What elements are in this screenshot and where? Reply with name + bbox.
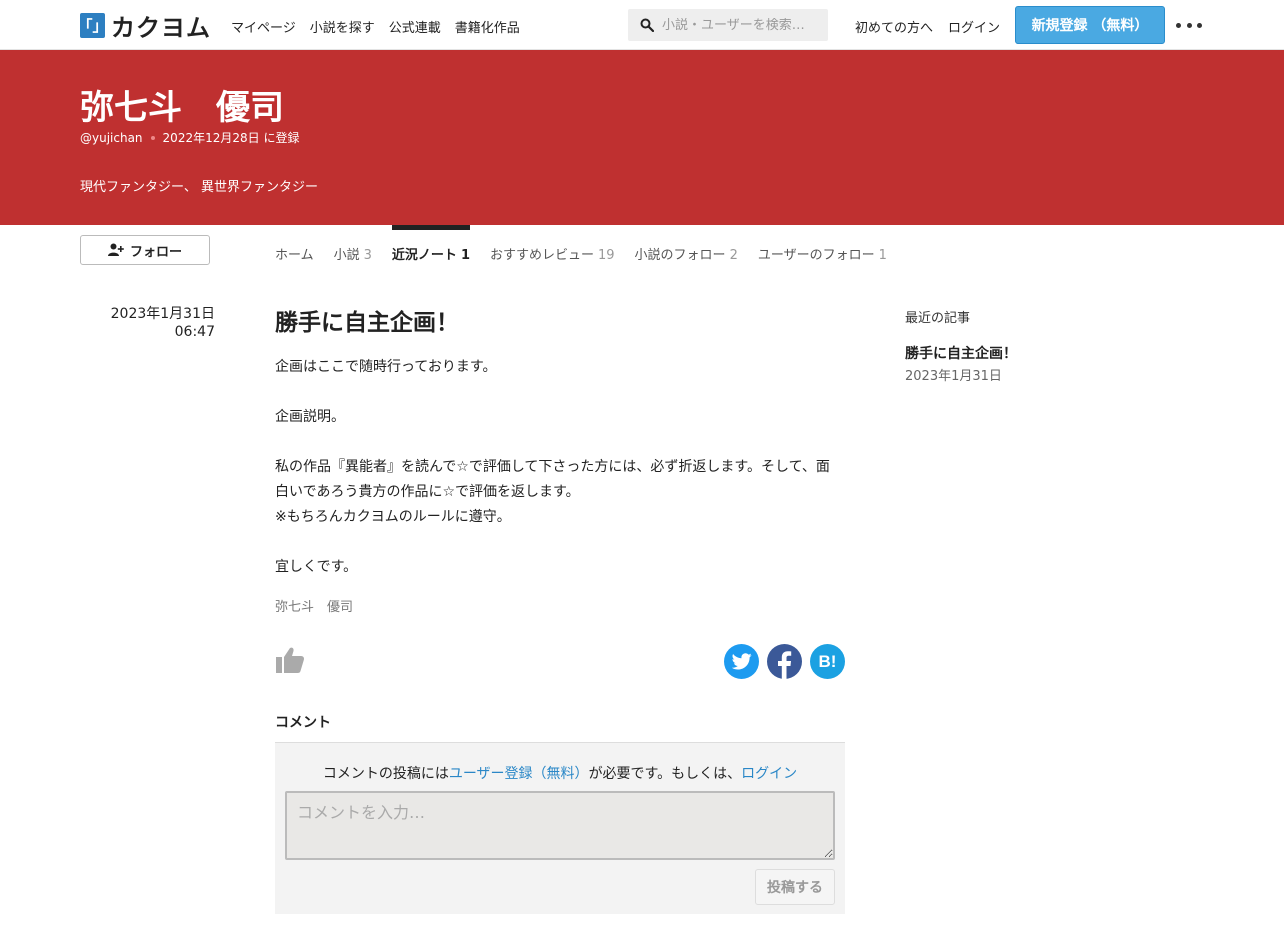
- post-datetime: 2023年1月31日 06:47: [80, 305, 215, 341]
- facebook-icon: [778, 651, 792, 679]
- hatena-bookmark-icon: B!: [818, 651, 837, 671]
- post-title: 勝手に自主企画！: [275, 310, 459, 336]
- author-name: 弥七斗 優司: [80, 88, 284, 128]
- tab-label: 近況ノート: [391, 248, 457, 263]
- post-blank-line: [275, 430, 845, 455]
- search-box: [628, 9, 828, 41]
- tab-count: 1: [460, 248, 470, 263]
- tab-count: 3: [363, 248, 372, 263]
- post-line: 白いであろう貴方の作品に☆で評価を返します。: [275, 484, 580, 500]
- search-icon[interactable]: [640, 18, 654, 32]
- signup-link[interactable]: ユーザー登録（無料）: [449, 766, 589, 782]
- comments-heading: コメント: [275, 715, 331, 731]
- post-time: 06:47: [174, 324, 215, 340]
- notice-middle: が必要です。もしくは、: [588, 766, 742, 782]
- search-input[interactable]: [662, 17, 828, 33]
- follow-button[interactable]: フォロー: [80, 235, 210, 265]
- thumbs-up-icon[interactable]: [275, 645, 305, 675]
- comment-input[interactable]: [285, 791, 835, 860]
- post-blank-line: [275, 380, 845, 405]
- post-comment-button[interactable]: 投稿する: [755, 869, 835, 905]
- tab-home[interactable]: ホーム: [275, 225, 314, 265]
- tab-count: 2: [729, 248, 738, 263]
- recent-article-title[interactable]: 勝手に自主企画！: [905, 343, 1017, 363]
- add-user-icon: [107, 243, 124, 256]
- post-line: 私の作品『異能者』を読んで☆で評価して下さった方には、必ず折返します。そして、面: [275, 459, 830, 475]
- kakuyomu-logo[interactable]: 「」 カクヨム: [78, 12, 211, 42]
- more-menu-icon[interactable]: [1176, 16, 1202, 34]
- tab-label: 小説のフォロー: [634, 248, 726, 263]
- registration-date: 2022年12月28日 に登録: [162, 131, 300, 145]
- tab-count: 1: [878, 248, 887, 263]
- post-line: 宜しくです。: [275, 559, 358, 575]
- separator-dot: [150, 135, 155, 140]
- nav-my-page[interactable]: マイページ: [231, 17, 296, 36]
- tab-recommended-reviews[interactable]: おすすめレビュー 19: [490, 225, 615, 265]
- recent-articles-heading: 最近の記事: [905, 311, 971, 326]
- author-genres: 現代ファンタジー、 異世界ファンタジー: [80, 180, 319, 195]
- notice-prefix: コメントの投稿には: [322, 766, 449, 782]
- news-note-article: 勝手に自主企画！ 企画はここで随時行っております。 企画説明。 私の作品『異能者…: [275, 305, 845, 580]
- author-meta: @yujichan 2022年12月28日 に登録: [80, 129, 299, 146]
- author-banner: 弥七斗 優司 @yujichan 2022年12月28日 に登録 現代ファンタジ…: [0, 50, 1284, 225]
- tab-label: ホーム: [275, 248, 314, 263]
- hatena-bookmark-button[interactable]: B!: [810, 644, 845, 679]
- profile-tabs: ホーム 小説 3 近況ノート 1 おすすめレビュー 19 小説のフォロー 2 ユーザーの…: [275, 225, 907, 265]
- tab-novel-follows[interactable]: 小説のフォロー 2: [635, 225, 738, 265]
- facebook-share-button[interactable]: [767, 644, 802, 679]
- tab-count: 19: [598, 248, 615, 263]
- nav-published-works[interactable]: 書籍化作品: [455, 17, 520, 36]
- post-date: 2023年1月31日: [110, 306, 215, 322]
- comment-form: コメントの投稿にはユーザー登録（無料）が必要です。もしくは、ログイン 投稿する: [275, 742, 845, 914]
- signup-button[interactable]: 新規登録 （無料）: [1015, 6, 1165, 44]
- nav-find-novels[interactable]: 小説を探す: [310, 17, 375, 36]
- logo-mark: 「」: [78, 12, 108, 38]
- post-body: 企画はここで随時行っております。 企画説明。 私の作品『異能者』を読んで☆で評価…: [275, 355, 845, 580]
- tab-label: 小説: [333, 248, 360, 263]
- top-bar: 「」 カクヨム マイページ 小説を探す 公式連載 書籍化作品 初めての方へ ログ…: [0, 0, 1284, 50]
- logo-text: カクヨム: [111, 13, 211, 42]
- post-line: 企画説明。: [275, 409, 345, 425]
- comment-login-link[interactable]: ログイン: [741, 766, 797, 782]
- beginner-guide-link[interactable]: 初めての方へ: [855, 17, 933, 36]
- tab-news-notes[interactable]: 近況ノート 1: [391, 225, 471, 265]
- follow-button-label: フォロー: [129, 244, 182, 260]
- author-handle: @yujichan: [80, 130, 143, 145]
- login-link[interactable]: ログイン: [948, 17, 1000, 36]
- twitter-icon: [731, 653, 752, 670]
- tab-user-follows[interactable]: ユーザーのフォロー 1: [758, 225, 887, 265]
- twitter-share-button[interactable]: [724, 644, 759, 679]
- post-line: ※もちろんカクヨムのルールに遵守。: [275, 509, 511, 525]
- tab-novels[interactable]: 小説 3: [334, 225, 372, 265]
- comment-login-notice: コメントの投稿にはユーザー登録（無料）が必要です。もしくは、ログイン: [275, 763, 845, 783]
- recent-article-date: 2023年1月31日: [905, 369, 1002, 384]
- nav-official-serials[interactable]: 公式連載: [389, 17, 441, 36]
- post-line: 企画はここで随時行っております。: [275, 359, 497, 375]
- tab-label: ユーザーのフォロー: [757, 248, 875, 263]
- post-blank-line: [275, 530, 845, 555]
- tab-label: おすすめレビュー: [489, 248, 594, 263]
- main-nav: マイページ 小説を探す 公式連載 書籍化作品: [231, 17, 534, 36]
- post-signature[interactable]: 弥七斗 優司: [275, 596, 353, 615]
